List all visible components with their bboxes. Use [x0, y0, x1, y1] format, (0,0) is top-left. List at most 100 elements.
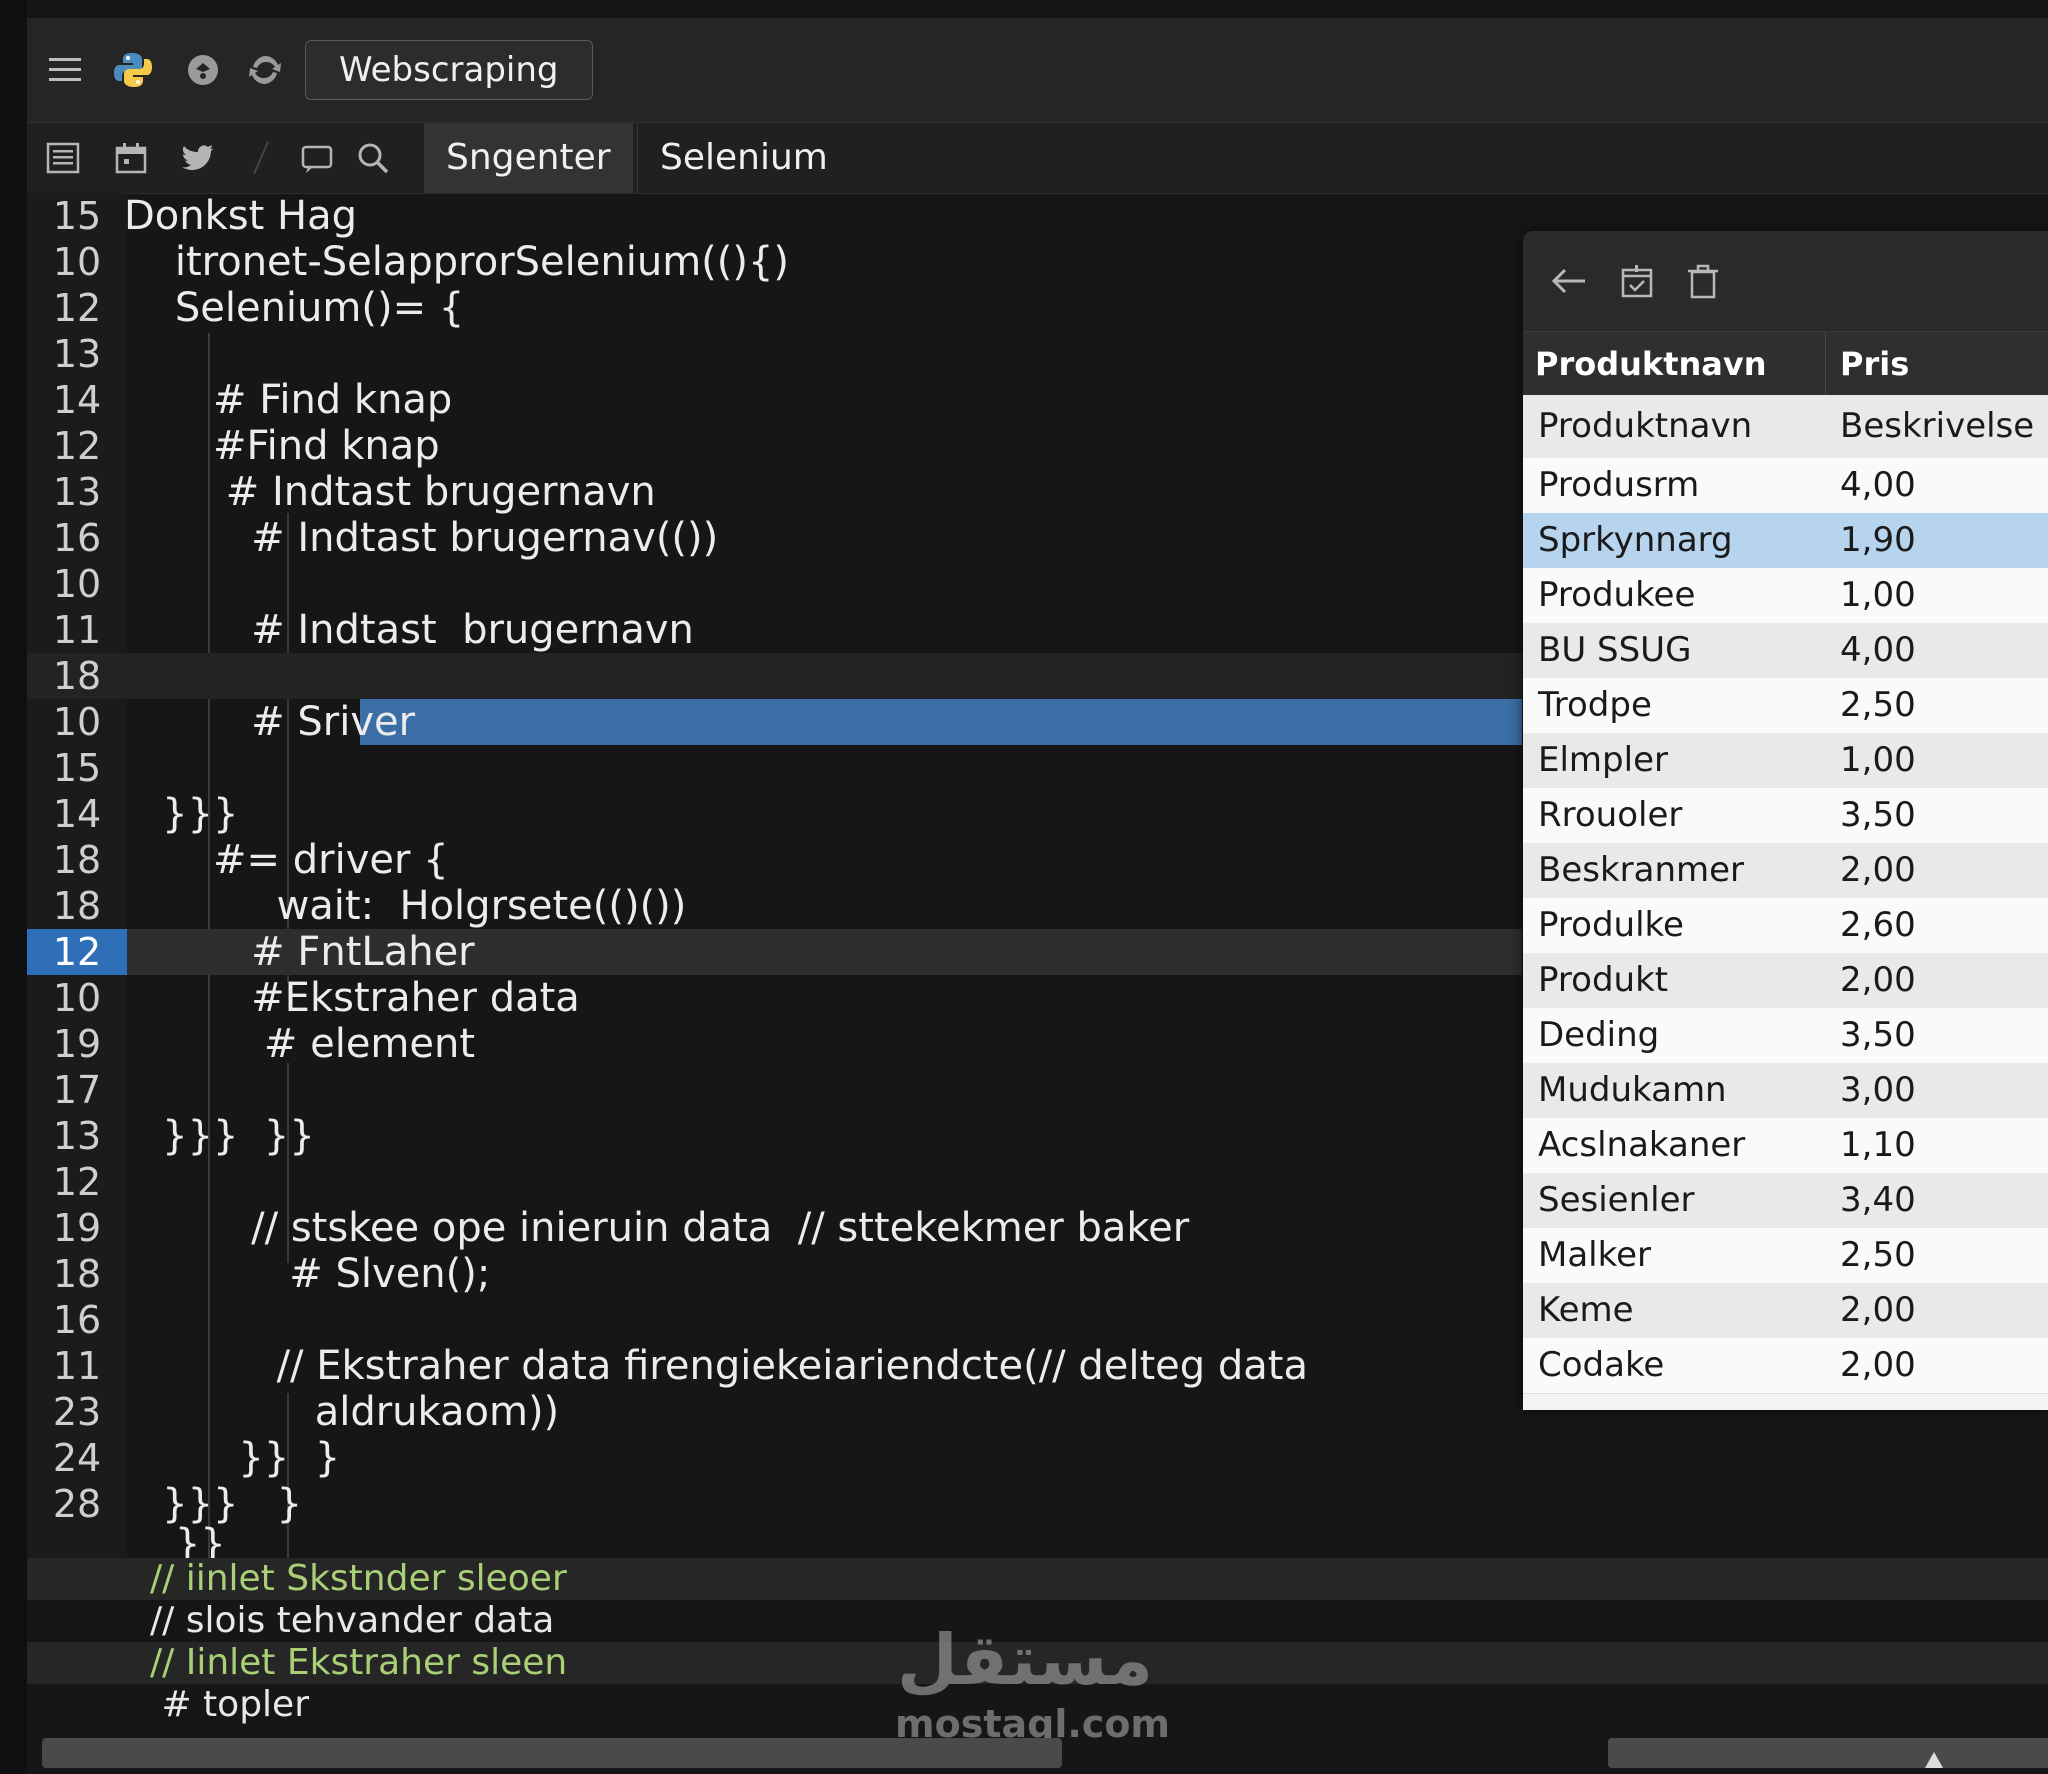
- code-line: 12 Selenium()= {: [27, 285, 1522, 331]
- code-line: 18 # Slven();: [27, 1251, 1522, 1297]
- line-number: 19: [52, 1022, 102, 1066]
- cell-price: 3,50: [1840, 795, 1916, 835]
- ide-window: Webscraping Sngenter Selenium 15Donkst: [0, 0, 2048, 1774]
- table-row[interactable]: Produsrm 4,00: [1523, 458, 2048, 514]
- title-bar: Webscraping: [27, 18, 2048, 123]
- column-header-price[interactable]: Pris: [1840, 332, 1909, 396]
- cell-price: 2,00: [1840, 1345, 1916, 1385]
- cell-name: Produsrm: [1538, 465, 1700, 505]
- cell-price: 1,10: [1840, 1125, 1916, 1165]
- bug-icon[interactable]: [175, 18, 231, 122]
- file-list-icon[interactable]: [35, 123, 91, 193]
- output-comment: // Iinlet Ekstraher sleen: [150, 1642, 568, 1683]
- window-edge: [0, 0, 27, 1774]
- code-line: 17: [27, 1067, 1522, 1113]
- code-line: 11 # Indtast brugernavn: [27, 607, 1522, 653]
- menu-icon[interactable]: [37, 18, 93, 122]
- table-row[interactable]: BU SSUG 4,00: [1523, 623, 2048, 679]
- current-line-number: 12: [27, 929, 127, 975]
- code-text: # FntLaher: [124, 929, 475, 975]
- code-line: 14 }}}: [27, 791, 1522, 837]
- line-number: 16: [52, 516, 102, 560]
- line-number: 12: [52, 1160, 102, 1204]
- code-text: #Ekstraher data: [124, 975, 580, 1021]
- table-row[interactable]: Produktnavn Beskrivelse: [1523, 395, 2048, 459]
- editor-toolbar: Sngenter Selenium: [27, 123, 2048, 194]
- cell-price: 2,60: [1840, 905, 1916, 945]
- code-line: 18 wait: Holgrsete(()()): [27, 883, 1522, 929]
- cell-name: Sesienler: [1538, 1180, 1695, 1220]
- back-arrow-icon[interactable]: [1541, 253, 1597, 309]
- table-row[interactable]: Sesienler 3,40: [1523, 1173, 2048, 1229]
- table-row[interactable]: Elmpler 1,00: [1523, 733, 2048, 789]
- bird-icon[interactable]: [171, 123, 227, 193]
- line-number: 19: [52, 1206, 102, 1250]
- panel-scrollbar[interactable]: [1608, 1738, 2048, 1768]
- code-text: # Sriver: [124, 699, 416, 745]
- window-title[interactable]: Webscraping: [305, 40, 593, 100]
- table-header: Produktnavn Pris: [1523, 331, 2048, 396]
- table-row[interactable]: Acslnakaner 1,10: [1523, 1118, 2048, 1174]
- cell-price: 2,00: [1840, 850, 1916, 890]
- tab-sngenter[interactable]: Sngenter: [424, 123, 633, 193]
- divider-slash-icon: [233, 123, 289, 193]
- line-number: 13: [52, 470, 102, 514]
- code-text: wait: Holgrsete(()()): [124, 883, 687, 929]
- cell-price: 3,50: [1840, 1015, 1916, 1055]
- table-row-selected[interactable]: Sprkynnarg 1,90: [1523, 513, 2048, 569]
- tab-selenium[interactable]: Selenium: [637, 123, 850, 193]
- code-line: 16: [27, 1297, 1522, 1343]
- table-row[interactable]: Codake 2,00: [1523, 1338, 2048, 1394]
- code-line: 10 #Ekstraher data: [27, 975, 1522, 1021]
- python-icon[interactable]: [105, 18, 161, 122]
- line-number: 18: [52, 1252, 102, 1296]
- line-number: 15: [52, 194, 102, 238]
- line-number: 11: [52, 608, 102, 652]
- code-text: itronet-SelapprorSelenium((){): [124, 239, 790, 285]
- table-row[interactable]: Malker 2,50: [1523, 1228, 2048, 1284]
- cell-price: 2,00: [1840, 1290, 1916, 1330]
- line-number: 12: [52, 424, 102, 468]
- table-row[interactable]: Produkt 2,00: [1523, 953, 2048, 1009]
- table-row[interactable]: Rrouoler 3,50: [1523, 788, 2048, 844]
- table-row[interactable]: Deding 3,50: [1523, 1008, 2048, 1064]
- search-icon[interactable]: [345, 123, 401, 193]
- line-number: 14: [52, 378, 102, 422]
- calendar-icon[interactable]: [103, 123, 159, 193]
- code-text: Selenium()= {: [124, 285, 465, 331]
- code-comment: // stskee ope inieruin data // sttekekme…: [124, 1205, 1190, 1251]
- scroll-up-arrow-icon[interactable]: [1925, 1752, 1943, 1768]
- code-line: 13: [27, 331, 1522, 377]
- code-line: 12: [27, 1159, 1522, 1205]
- column-divider[interactable]: [1825, 332, 1826, 396]
- code-text: #Find knap: [124, 423, 440, 469]
- table-row[interactable]: Beskranmer 2,00: [1523, 843, 2048, 899]
- cell-name: Trodpe: [1538, 685, 1652, 725]
- table-row[interactable]: Produlke 2,60: [1523, 898, 2048, 954]
- watermark: مستقل mostaql.com: [895, 1618, 1170, 1746]
- cell-name: Mudukamn: [1538, 1070, 1727, 1110]
- line-number: 10: [52, 562, 102, 606]
- cell-name: Deding: [1538, 1015, 1660, 1055]
- table-row[interactable]: Mudukamn 3,00: [1523, 1063, 2048, 1119]
- code-line-selected: 10 # Sriver: [27, 699, 1522, 745]
- output-text: # topler: [150, 1684, 309, 1725]
- code-text: Donkst Hag: [124, 193, 358, 239]
- cell-name: Rrouoler: [1538, 795, 1683, 835]
- sync-icon[interactable]: [237, 18, 293, 122]
- table-row[interactable]: Produkee 1,00: [1523, 568, 2048, 624]
- code-line: 14 # Find knap: [27, 377, 1522, 423]
- trash-icon[interactable]: [1675, 253, 1731, 309]
- table-row[interactable]: Trodpe 2,50: [1523, 678, 2048, 734]
- table-row[interactable]: Keme 2,00: [1523, 1283, 2048, 1339]
- cell-price: 1,00: [1840, 740, 1916, 780]
- comment-icon[interactable]: [289, 123, 345, 193]
- calendar-check-icon[interactable]: [1609, 253, 1665, 309]
- cell-name: Codake: [1538, 1345, 1665, 1385]
- output-comment: // iinlet Skstnder sleoer: [150, 1558, 567, 1599]
- cell-name: Produktnavn: [1538, 406, 1753, 446]
- horizontal-scrollbar[interactable]: [42, 1738, 1062, 1768]
- line-number: 17: [52, 1068, 102, 1112]
- table-body: Produktnavn Beskrivelse Produsrm 4,00 Sprk…: [1523, 395, 2048, 1410]
- column-header-product[interactable]: Produktnavn: [1535, 332, 1767, 396]
